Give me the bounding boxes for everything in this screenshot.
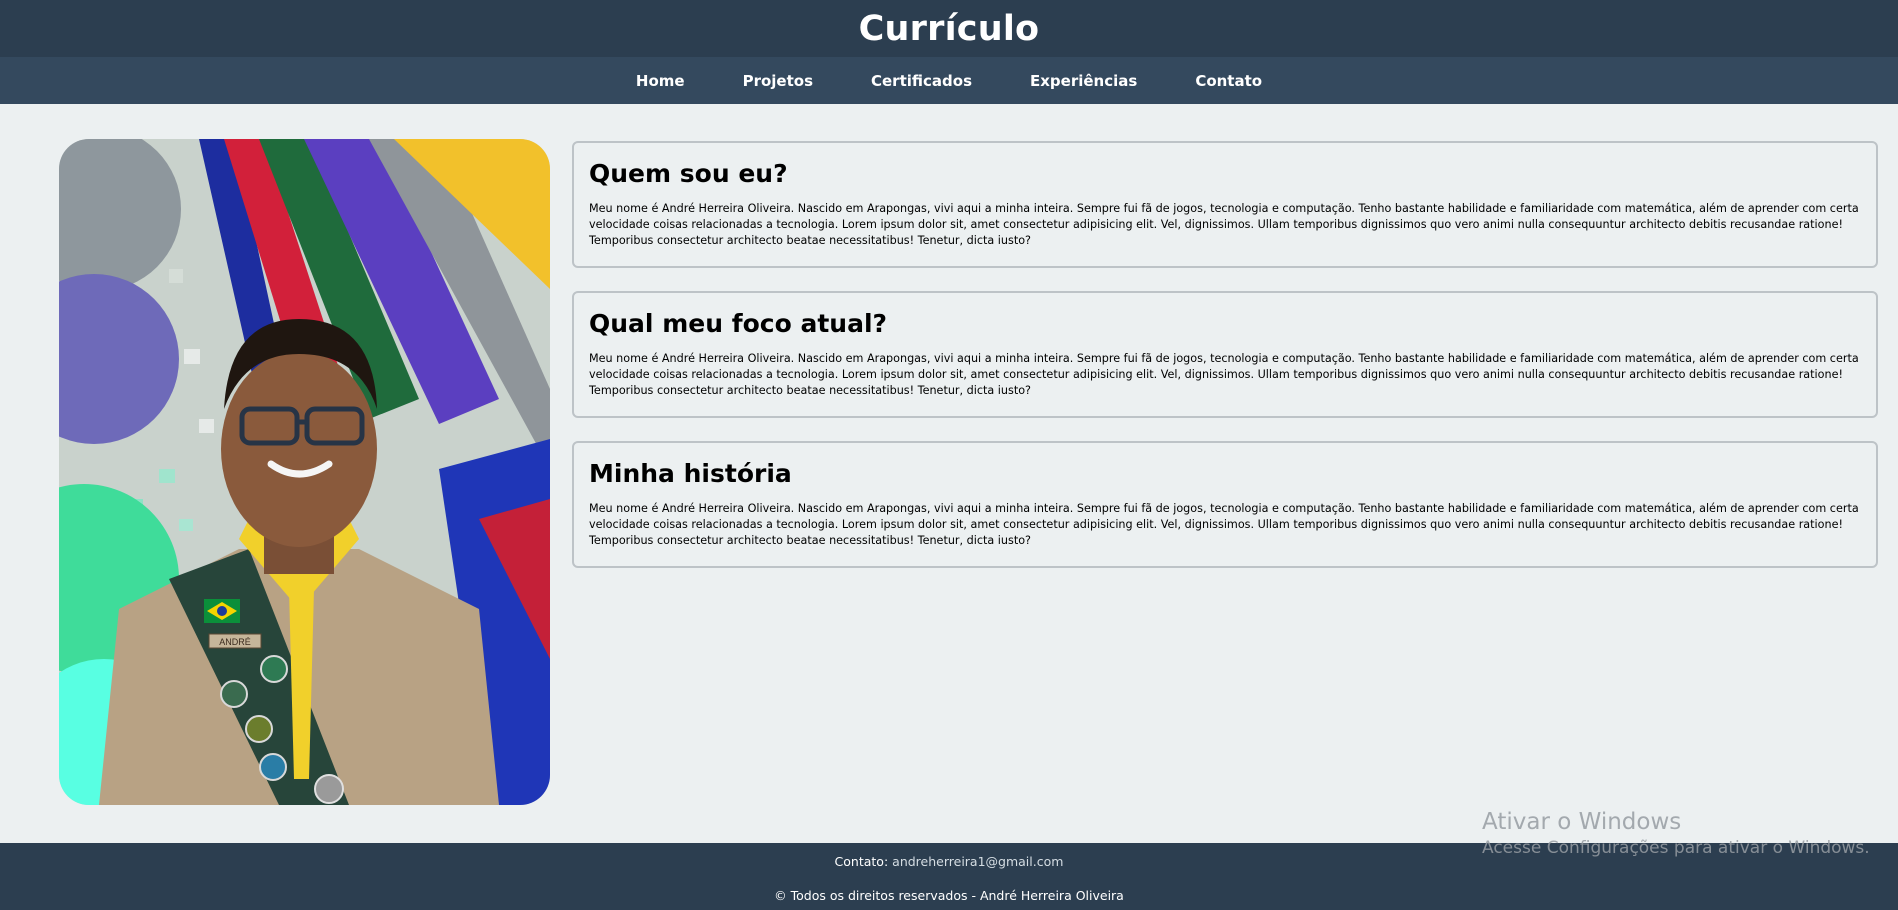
- main-nav: Home Projetos Certificados Experiências …: [0, 57, 1898, 104]
- section-title: Minha história: [589, 459, 792, 488]
- main-content: ANDRÉ Quem sou eu? Meu nome é André Herr…: [0, 104, 1898, 843]
- page-title: Currículo: [858, 8, 1040, 49]
- profile-photo: ANDRÉ: [59, 139, 550, 805]
- nav-certificados-link[interactable]: Certificados: [842, 72, 1001, 90]
- site-header: Currículo: [0, 0, 1898, 57]
- footer-contact: Contato: andreherreira1@gmail.com: [0, 854, 1898, 869]
- section-title: Qual meu foco atual?: [589, 309, 888, 338]
- section-text: Meu nome é André Herreira Oliveira. Nasc…: [589, 202, 1859, 248]
- nav-experiencias-link[interactable]: Experiências: [1001, 72, 1166, 90]
- nav-home-link[interactable]: Home: [607, 72, 714, 90]
- name-badge-text: ANDRÉ: [219, 637, 251, 647]
- contact-label: Contato:: [834, 854, 889, 869]
- footer-copyright: © Todos os direitos reservados - André H…: [774, 888, 1124, 903]
- profile-photo-image: ANDRÉ: [59, 139, 550, 805]
- site-footer: Contato: andreherreira1@gmail.com © Todo…: [0, 843, 1898, 910]
- contact-email-link[interactable]: andreherreira1@gmail.com: [892, 854, 1063, 869]
- section-foco-atual: Qual meu foco atual? Meu nome é André He…: [572, 291, 1878, 418]
- section-text: Meu nome é André Herreira Oliveira. Nasc…: [589, 502, 1859, 548]
- nav-contato-link[interactable]: Contato: [1166, 72, 1291, 90]
- section-minha-historia: Minha história Meu nome é André Herreira…: [572, 441, 1878, 568]
- section-quem-sou-eu: Quem sou eu? Meu nome é André Herreira O…: [572, 141, 1878, 268]
- about-sections: Quem sou eu? Meu nome é André Herreira O…: [572, 141, 1878, 591]
- section-text: Meu nome é André Herreira Oliveira. Nasc…: [589, 352, 1859, 398]
- nav-projetos-link[interactable]: Projetos: [714, 72, 842, 90]
- section-title: Quem sou eu?: [589, 159, 788, 188]
